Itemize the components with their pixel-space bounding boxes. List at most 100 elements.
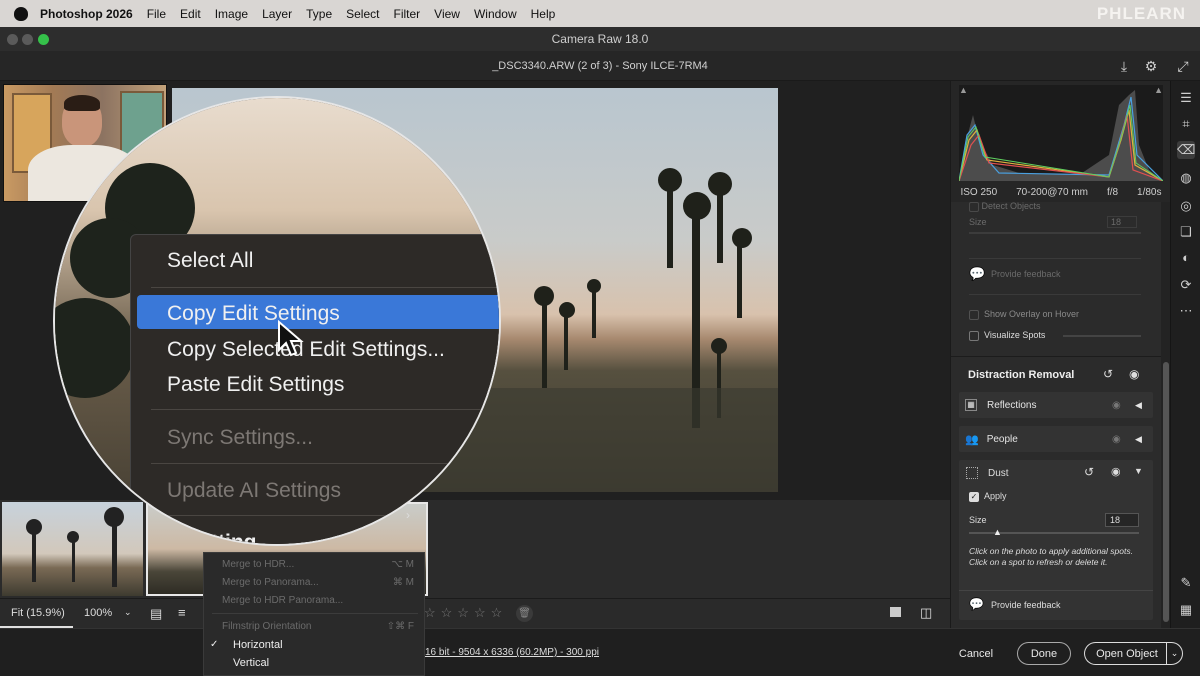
menu-edit[interactable]: Edit [180, 7, 201, 21]
exif-shutter: 1/80s [1137, 186, 1162, 198]
layers-icon[interactable]: ❏ [1177, 223, 1195, 241]
feedback-icon: 💬 [969, 266, 986, 281]
save-icon[interactable]: ⤓ [1115, 57, 1133, 75]
scrollbar-thumb[interactable] [1163, 362, 1169, 622]
dust-size-input[interactable]: 18 [1105, 513, 1139, 527]
menu-layer[interactable]: Layer [262, 7, 292, 21]
filmstrip-view-icon[interactable]: ▤ [150, 606, 162, 622]
eyedropper-icon[interactable]: ✎ [1177, 574, 1195, 592]
minimize-window-button[interactable] [22, 34, 33, 45]
people-icon: 👥 [965, 433, 979, 446]
close-window-button[interactable] [7, 34, 18, 45]
paste-edit-settings-item[interactable]: Paste Edit Settings [167, 373, 344, 397]
open-options-chevron-icon[interactable]: ⌄ [1166, 642, 1183, 665]
provide-feedback-1[interactable]: Provide feedback [991, 269, 1061, 279]
provide-feedback-2[interactable]: Provide feedback [991, 600, 1061, 610]
apply-label: Apply [984, 491, 1007, 501]
sort-icon[interactable]: ≡ [178, 605, 186, 620]
app-name[interactable]: Photoshop 2026 [40, 7, 133, 21]
gear-icon[interactable]: ⚙ [1142, 57, 1160, 75]
mouse-cursor-icon [278, 320, 304, 357]
visibility-eye-icon[interactable]: ◉ [1129, 367, 1139, 381]
distraction-removal-title: Distraction Removal [968, 369, 1075, 381]
done-button[interactable]: Done [1017, 642, 1071, 665]
eye-plus-icon[interactable]: ◎ [1177, 197, 1195, 215]
zoom-window-button[interactable] [38, 34, 49, 45]
people-label: People [986, 433, 1018, 445]
file-name: _DSC3340.ARW (2 of 3) - Sony ILCE-7RM4 [492, 59, 708, 72]
menu-file[interactable]: File [147, 7, 166, 21]
people-expand-icon[interactable]: ◀ [1135, 434, 1142, 445]
horizontal-item[interactable]: Horizontal [233, 639, 283, 651]
dust-collapse-icon[interactable]: ▼ [1134, 466, 1143, 476]
grid-icon[interactable]: ▦ [1177, 601, 1195, 619]
file-info-link[interactable]: 16 bit - 9504 x 6336 (60.2MP) - 300 ppi [425, 647, 599, 658]
cancel-button[interactable]: Cancel [946, 642, 1006, 665]
eraser-icon[interactable]: ⌫ [1177, 141, 1195, 159]
trash-icon[interactable]: 🗑 [516, 605, 533, 622]
menu-view[interactable]: View [434, 7, 460, 21]
visualize-spots-checkbox[interactable] [969, 331, 979, 341]
zoom-fit[interactable]: Fit (15.9%) [11, 607, 65, 619]
menu-select[interactable]: Select [346, 7, 379, 21]
reflections-eye-icon[interactable]: ◉ [1112, 400, 1121, 411]
people-eye-icon[interactable]: ◉ [1112, 434, 1121, 445]
show-overlay-checkbox[interactable] [969, 310, 979, 320]
update-ai-settings-item: Update AI Settings [167, 479, 341, 502]
people-row[interactable]: 👥 People ◉ ◀ [959, 426, 1153, 452]
reflections-row[interactable]: ▦ Reflections ◉ ◀ [959, 392, 1153, 418]
shadow-clip-icon[interactable]: ▲ [959, 85, 968, 95]
right-panel: ▲ ▲ ISO 250 70-200@70 mm f/8 1/80s Detec… [950, 81, 1171, 628]
open-object-button[interactable]: Open Object [1084, 642, 1169, 665]
sync-icon[interactable]: ⟳ [1177, 276, 1195, 294]
phlearn-watermark: PHLEARN [1096, 4, 1186, 23]
menu-divider [151, 515, 499, 516]
merge-panorama-shortcut: ⌘ M [392, 577, 414, 588]
merge-hdr-item[interactable]: Merge to HDR... [222, 559, 294, 570]
zoom-status-row: Fit (15.9%) 100% ⌄ ▤ ≡ ☆☆☆☆☆ 🗑 ◫ [0, 598, 950, 628]
color-icon[interactable]: ◐ [1177, 249, 1195, 267]
highlight-clip-icon[interactable]: ▲ [1154, 85, 1163, 95]
dust-size-slider-handle[interactable]: ▲ [993, 527, 1002, 537]
size-dim-slider[interactable] [969, 232, 1141, 234]
zoom-dropdown-icon[interactable]: ⌄ [124, 607, 132, 618]
edit-sliders-icon[interactable]: ☰ [1177, 89, 1195, 107]
reset-icon[interactable]: ↺ [1103, 367, 1113, 381]
visualize-spots-slider[interactable] [1063, 335, 1141, 337]
exif-iso: ISO 250 [960, 186, 998, 198]
red-eye-icon[interactable]: ◍ [1177, 169, 1195, 187]
dust-hint-text: Click on the photo to apply additional s… [969, 546, 1133, 567]
merge-panorama-item[interactable]: Merge to Panorama... [222, 577, 319, 588]
fullscreen-icon[interactable]: ⤢ [1174, 57, 1192, 75]
star-rating-icons[interactable]: ☆☆☆☆☆ [424, 605, 507, 621]
menu-window[interactable]: Window [474, 7, 517, 21]
apple-icon[interactable] [14, 6, 28, 21]
panel-body: Detect Objects Size 18 💬 Provide feedbac… [951, 201, 1161, 628]
size-dim-value[interactable]: 18 [1107, 216, 1137, 228]
copy-edit-settings-item[interactable]: Copy Edit Settings [167, 302, 340, 326]
before-after-icon[interactable]: ◫ [920, 605, 932, 621]
more-icon[interactable]: ⋯ [1177, 302, 1195, 320]
size-dim-label: Size [969, 217, 987, 227]
vertical-item[interactable]: Vertical [233, 657, 269, 669]
zoom-100[interactable]: 100% [84, 607, 112, 619]
dust-reset-icon[interactable]: ↺ [1084, 465, 1094, 479]
apply-checkbox[interactable]: ✓ [969, 492, 979, 502]
crop-icon[interactable]: ⌗ [1177, 115, 1195, 133]
select-all-item[interactable]: Select All [167, 249, 253, 273]
histogram: ▲ ▲ [958, 85, 1164, 182]
merge-hdr-panorama-item[interactable]: Merge to HDR Panorama... [222, 595, 343, 606]
reflections-expand-icon[interactable]: ◀ [1135, 400, 1142, 411]
menu-filter[interactable]: Filter [393, 7, 420, 21]
dust-eye-icon[interactable]: ◉ [1111, 465, 1121, 478]
detect-objects-checkbox[interactable] [969, 201, 979, 212]
menu-image[interactable]: Image [215, 7, 248, 21]
divider [969, 294, 1141, 295]
dust-icon [966, 467, 978, 479]
photoshop-camera-raw: Photoshop 2026 File Edit Image Layer Typ… [0, 0, 1200, 676]
menu-type[interactable]: Type [306, 7, 332, 21]
partial-menu-item: tting [211, 531, 257, 546]
single-view-icon[interactable] [890, 607, 901, 617]
menu-help[interactable]: Help [531, 7, 556, 21]
dust-size-label: Size [969, 515, 987, 525]
